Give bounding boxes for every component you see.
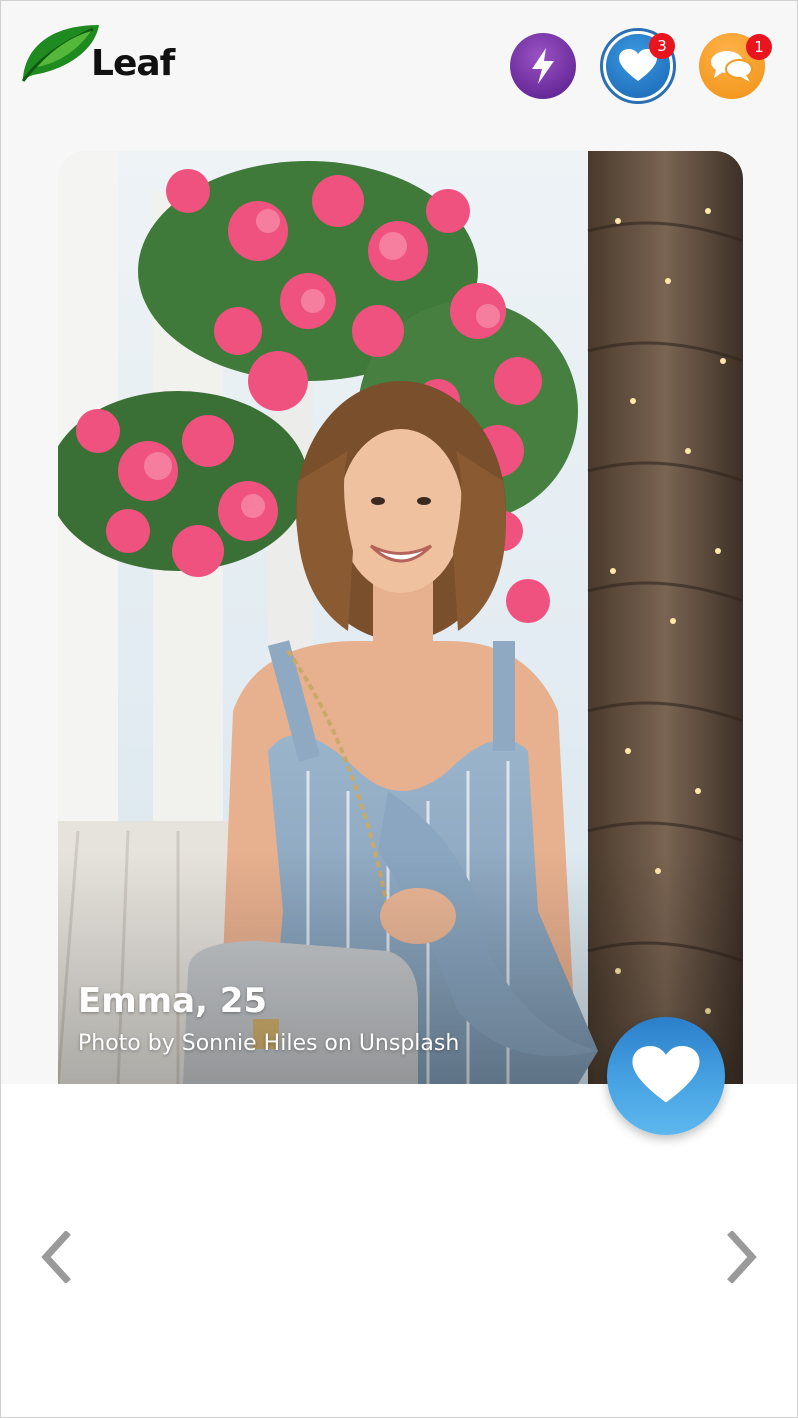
next-profile-button[interactable]: [723, 1227, 763, 1287]
lightning-icon: [532, 48, 554, 84]
previous-profile-button[interactable]: [35, 1227, 75, 1287]
like-button[interactable]: [607, 1017, 725, 1135]
profile-photo: [58, 151, 743, 1084]
boost-button[interactable]: [510, 33, 576, 99]
leaf-icon: [21, 25, 99, 82]
logo-text: Leaf: [91, 43, 175, 84]
app-frame: Leaf 3 1 Emma, 25 Photo by Sonnie Hiles …: [0, 0, 798, 1418]
likes-count-badge: 3: [649, 33, 675, 59]
heart-icon: [632, 1046, 700, 1103]
profile-name-age: Emma, 25: [78, 981, 268, 1021]
photo-credit[interactable]: Photo by Sonnie Hiles on Unsplash: [78, 1031, 459, 1056]
chevron-right-icon: [727, 1231, 757, 1283]
chats-count-badge: 1: [746, 34, 772, 60]
profile-card[interactable]: Emma, 25 Photo by Sonnie Hiles on Unspla…: [58, 151, 743, 1084]
app-logo[interactable]: Leaf: [19, 19, 179, 89]
chevron-left-icon: [41, 1231, 71, 1283]
